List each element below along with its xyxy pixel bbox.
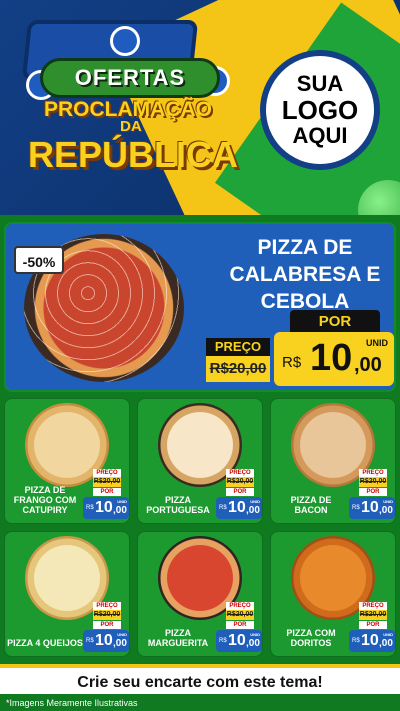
price-box: R$ 10 ,00 UNID bbox=[83, 630, 129, 652]
unit-label: UNID bbox=[366, 338, 388, 348]
currency: R$ bbox=[282, 354, 302, 371]
unit-label: UNID bbox=[383, 632, 393, 637]
preco-label: PREÇO bbox=[93, 469, 121, 477]
preco-label: PREÇO bbox=[359, 469, 387, 477]
por-label: POR bbox=[226, 621, 254, 629]
currency: R$ bbox=[86, 638, 94, 644]
product-card[interactable]: PIZZA DE FRANGO COM CATUPIRY PREÇO R$20,… bbox=[4, 398, 130, 524]
price-integer: 10 bbox=[95, 499, 113, 516]
currency: R$ bbox=[86, 505, 94, 511]
currency: R$ bbox=[219, 638, 227, 644]
old-price: R$20,00 bbox=[93, 610, 121, 620]
price-integer: 10 bbox=[361, 499, 379, 516]
unit-label: UNID bbox=[117, 632, 127, 637]
unit-label: UNID bbox=[250, 632, 260, 637]
price-decimal: ,00 bbox=[246, 505, 260, 516]
title-da: DA bbox=[120, 118, 142, 135]
price-integer: 10 bbox=[228, 499, 246, 516]
price-decimal: ,00 bbox=[113, 505, 127, 516]
product-name: PIZZA DE FRANGO COM CATUPIRY bbox=[13, 485, 77, 515]
product-name: PIZZA COM DORITOS bbox=[286, 628, 336, 648]
preco-label: PREÇO bbox=[359, 602, 387, 610]
price-box: R$ 10 ,00 UNID bbox=[349, 497, 395, 519]
featured-product-card[interactable]: -50% PIZZA DE CALABRESA E CEBOLA POR PRE… bbox=[4, 222, 396, 392]
currency: R$ bbox=[352, 505, 360, 511]
cta-banner[interactable]: Crie seu encarte com este tema! bbox=[0, 664, 400, 694]
product-name: PIZZA DE CALABRESA E CEBOLA bbox=[229, 236, 381, 313]
flag-circle-icon bbox=[110, 26, 140, 56]
preco-label: PREÇO bbox=[206, 338, 270, 356]
product-name: PIZZA PORTUGUESA bbox=[146, 495, 210, 515]
price-box: R$ 10 ,00 UNID bbox=[274, 332, 394, 386]
product-card[interactable]: PIZZA COM DORITOS PREÇO R$20,00 POR R$ 1… bbox=[270, 531, 396, 657]
price-integer: 10 bbox=[228, 632, 246, 649]
title-ofertas: OFERTAS bbox=[40, 58, 220, 98]
price-box: R$ 10 ,00 UNID bbox=[216, 630, 262, 652]
price-decimal: ,00 bbox=[246, 638, 260, 649]
product-name: PIZZA MARGUERITA bbox=[147, 628, 209, 648]
price-box: R$ 10 ,00 UNID bbox=[216, 497, 262, 519]
por-label: POR bbox=[359, 488, 387, 496]
discount-badge: -50% bbox=[14, 246, 64, 274]
por-label: POR bbox=[93, 488, 121, 496]
price-decimal: ,00 bbox=[113, 638, 127, 649]
unit-label: UNID bbox=[250, 499, 260, 504]
price-integer: 10 bbox=[95, 632, 113, 649]
old-price: R$20,00 bbox=[226, 610, 254, 620]
por-label: POR bbox=[359, 621, 387, 629]
unit-label: UNID bbox=[383, 499, 393, 504]
logo-line: LOGO bbox=[281, 95, 359, 125]
product-card[interactable]: PIZZA MARGUERITA PREÇO R$20,00 POR R$ 10… bbox=[137, 531, 263, 657]
price-box: R$ 10 ,00 UNID bbox=[83, 497, 129, 519]
logo-line: AQUI bbox=[292, 123, 348, 148]
preco-label: PREÇO bbox=[93, 602, 121, 610]
product-grid: PIZZA DE FRANGO COM CATUPIRY PREÇO R$20,… bbox=[4, 398, 396, 660]
old-price: R$20,00 bbox=[359, 477, 387, 487]
price-box: R$ 10 ,00 UNID bbox=[349, 630, 395, 652]
old-price: R$20,00 bbox=[226, 477, 254, 487]
price-integer: 10 bbox=[361, 632, 379, 649]
old-price: R$20,00 bbox=[359, 610, 387, 620]
currency: R$ bbox=[219, 505, 227, 511]
product-card[interactable]: PIZZA 4 QUEIJOS PREÇO R$20,00 POR R$ 10 … bbox=[4, 531, 130, 657]
disclaimer-text: *Imagens Meramente Ilustrativas bbox=[6, 698, 138, 708]
price-decimal: ,00 bbox=[354, 354, 382, 376]
product-card[interactable]: PIZZA DE BACON PREÇO R$20,00 POR R$ 10 ,… bbox=[270, 398, 396, 524]
title-republica: REPÚBLICA bbox=[28, 134, 239, 175]
product-name: PIZZA DE BACON bbox=[290, 495, 332, 515]
old-price: R$20,00 bbox=[206, 356, 270, 382]
old-price: R$20,00 bbox=[93, 477, 121, 487]
logo-line: SUA bbox=[296, 71, 344, 96]
product-card[interactable]: PIZZA PORTUGUESA PREÇO R$20,00 POR R$ 10… bbox=[137, 398, 263, 524]
price-integer: 10 bbox=[310, 337, 353, 379]
logo-placeholder[interactable]: SUA LOGO AQUI bbox=[260, 50, 380, 170]
por-label: POR bbox=[290, 310, 380, 334]
header-banner: OFERTAS PROCLAMAÇÃO DA REPÚBLICA SUA LOG… bbox=[0, 0, 400, 215]
unit-label: UNID bbox=[117, 499, 127, 504]
por-label: POR bbox=[226, 488, 254, 496]
price-decimal: ,00 bbox=[379, 638, 393, 649]
preco-label: PREÇO bbox=[226, 469, 254, 477]
currency: R$ bbox=[352, 638, 360, 644]
price-decimal: ,00 bbox=[379, 505, 393, 516]
preco-label: PREÇO bbox=[226, 602, 254, 610]
product-name: PIZZA 4 QUEIJOS bbox=[7, 638, 83, 648]
por-label: POR bbox=[93, 621, 121, 629]
